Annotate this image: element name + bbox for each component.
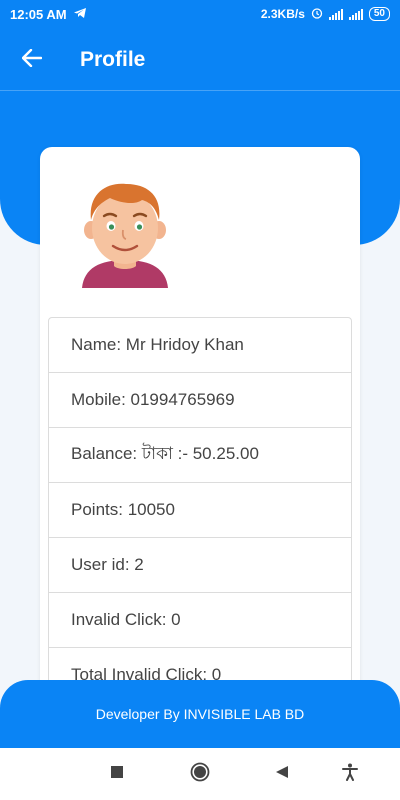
developer-credit: Developer By INVISIBLE LAB BD <box>95 706 305 722</box>
user-id-row: User id: 2 <box>49 538 351 593</box>
status-time: 12:05 AM <box>10 6 67 22</box>
back-button[interactable] <box>12 40 52 80</box>
system-nav-bar <box>0 748 400 800</box>
recents-button[interactable] <box>105 762 129 786</box>
signal-icon <box>348 8 363 20</box>
page-title: Profile <box>80 48 146 71</box>
telegram-icon <box>73 7 87 22</box>
app-bar: Profile <box>0 38 400 82</box>
signal-icon <box>328 8 343 20</box>
square-recents-icon <box>110 765 124 784</box>
balance-row: Balance: টাকা :- 50.25.00 <box>49 428 351 483</box>
profile-card: Name: Mr Hridoy Khan Mobile: 01994765969… <box>40 147 360 707</box>
arrow-left-icon <box>21 48 43 72</box>
status-bar: 12:05 AM 2.3KB/s 50 <box>0 0 400 28</box>
name-row: Name: Mr Hridoy Khan <box>49 318 351 373</box>
accessibility-icon <box>342 763 358 786</box>
triangle-back-icon <box>275 765 289 784</box>
battery-icon: 50 <box>368 7 390 21</box>
accessibility-button[interactable] <box>338 762 362 786</box>
points-row: Points: 10050 <box>49 483 351 538</box>
home-button[interactable] <box>188 762 212 786</box>
mobile-row: Mobile: 01994765969 <box>49 373 351 428</box>
profile-info-list: Name: Mr Hridoy Khan Mobile: 01994765969… <box>48 317 352 704</box>
circle-home-icon <box>190 762 210 787</box>
footer: Developer By INVISIBLE LAB BD <box>0 680 400 748</box>
invalid-click-row: Invalid Click: 0 <box>49 593 351 648</box>
app-bar-divider <box>0 90 400 91</box>
avatar <box>70 172 180 292</box>
alarm-icon <box>311 7 323 22</box>
network-speed: 2.3KB/s <box>260 7 305 21</box>
back-nav-button[interactable] <box>270 762 294 786</box>
